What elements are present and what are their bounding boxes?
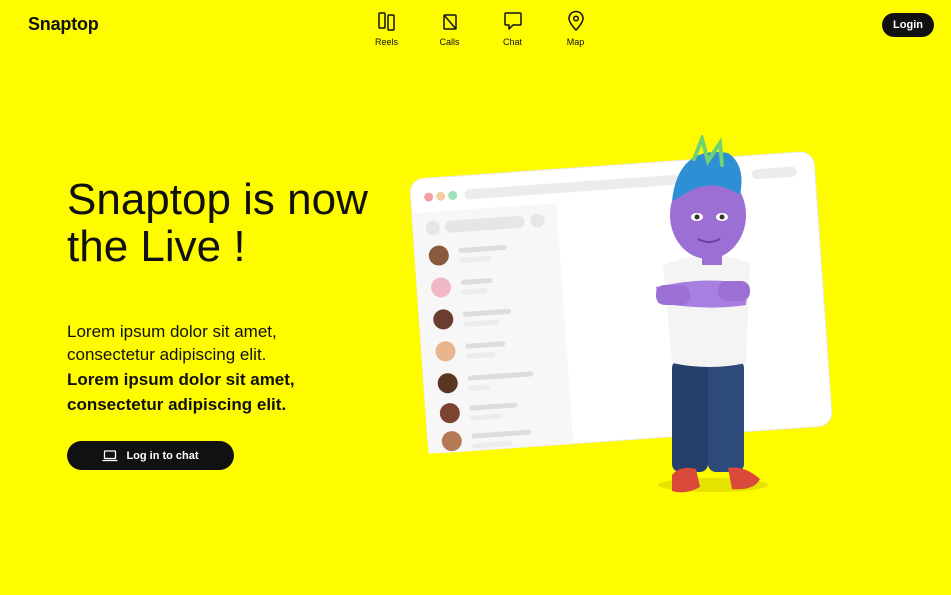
login-button[interactable]: Login	[882, 13, 934, 37]
browser-mockup	[410, 151, 833, 454]
nav-item-chat[interactable]: Chat	[481, 10, 544, 47]
top-nav: Reels Calls Chat Map	[355, 10, 607, 47]
log-in-to-chat-label: Log in to chat	[126, 449, 199, 462]
chat-icon	[503, 12, 522, 30]
laptop-icon	[102, 449, 118, 461]
hero-title: Snaptop is now the Live !	[67, 175, 368, 271]
nav-item-calls[interactable]: Calls	[418, 10, 481, 47]
brand-logo[interactable]: Snaptop	[28, 14, 99, 35]
nav-label-map: Map	[566, 37, 585, 47]
hero-text: Lorem ipsum dolor sit amet, consectetur …	[67, 322, 277, 364]
nav-item-map[interactable]: Map	[544, 10, 607, 47]
nav-label-calls: Calls	[439, 37, 460, 47]
app-preview-illustration	[410, 135, 833, 493]
nav-label-reels: Reels	[374, 37, 398, 47]
map-pin-icon	[567, 10, 584, 32]
hero-text-bold: Lorem ipsum dolor sit amet, consectetur …	[67, 370, 295, 414]
log-in-to-chat-button[interactable]: Log in to chat	[67, 441, 234, 470]
calls-icon	[442, 14, 457, 30]
nav-label-chat: Chat	[502, 37, 522, 47]
reels-icon	[377, 12, 395, 31]
nav-item-reels[interactable]: Reels	[355, 10, 418, 47]
